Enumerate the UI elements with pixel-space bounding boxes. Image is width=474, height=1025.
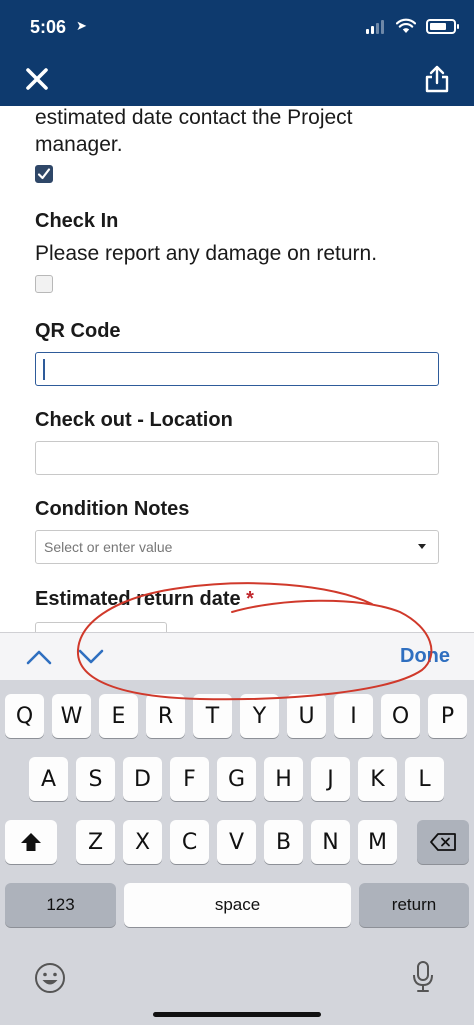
emoji-icon[interactable] bbox=[34, 962, 66, 994]
condition-notes-select[interactable]: Select or enter value bbox=[35, 530, 439, 564]
checkin-label: Check In bbox=[35, 210, 119, 232]
qr-code-label: QR Code bbox=[35, 320, 121, 342]
cellular-signal-icon bbox=[366, 20, 384, 34]
qr-code-input[interactable] bbox=[35, 352, 439, 386]
key-s[interactable]: S bbox=[76, 757, 115, 801]
status-time: 5:06 bbox=[30, 17, 67, 37]
dropdown-arrow-icon bbox=[418, 544, 426, 549]
numbers-key[interactable]: 123 bbox=[5, 883, 116, 927]
key-p[interactable]: P bbox=[428, 694, 467, 738]
checkout-location-input[interactable] bbox=[35, 441, 439, 475]
wifi-icon bbox=[396, 18, 416, 33]
key-k[interactable]: K bbox=[358, 757, 397, 801]
shift-icon bbox=[21, 833, 41, 851]
condition-notes-label: Condition Notes bbox=[35, 498, 190, 520]
battery-icon bbox=[426, 19, 459, 34]
return-date-input[interactable] bbox=[35, 622, 167, 632]
intro-text-line2: manager. bbox=[35, 133, 123, 156]
key-r[interactable]: R bbox=[146, 694, 185, 738]
backspace-key[interactable] bbox=[417, 820, 469, 864]
backspace-icon bbox=[430, 833, 456, 851]
text-caret bbox=[43, 359, 45, 380]
key-b[interactable]: B bbox=[264, 820, 303, 864]
key-n[interactable]: N bbox=[311, 820, 350, 864]
chevron-up-icon[interactable] bbox=[26, 649, 52, 665]
done-button[interactable]: Done bbox=[400, 645, 450, 668]
checkin-text: Please report any damage on return. bbox=[35, 242, 378, 265]
key-w[interactable]: W bbox=[52, 694, 91, 738]
key-y[interactable]: Y bbox=[240, 694, 279, 738]
on-screen-keyboard: Q W E R T Y U I O P A S D F G H J K L Z … bbox=[0, 680, 474, 1025]
keyboard-accessory-bar: Done bbox=[0, 632, 474, 680]
return-date-label-text: Estimated return date bbox=[35, 588, 241, 610]
key-e[interactable]: E bbox=[99, 694, 138, 738]
space-key[interactable]: space bbox=[124, 883, 351, 927]
key-l[interactable]: L bbox=[405, 757, 444, 801]
return-date-label: Estimated return date * bbox=[35, 588, 254, 611]
key-i[interactable]: I bbox=[334, 694, 373, 738]
required-mark: * bbox=[246, 588, 254, 610]
intro-text-line1: estimated date contact the Project bbox=[35, 106, 353, 129]
close-button[interactable] bbox=[22, 64, 52, 94]
home-indicator bbox=[153, 1012, 321, 1017]
chevron-down-icon[interactable] bbox=[78, 649, 104, 665]
checkout-location-label: Check out - Location bbox=[35, 409, 233, 431]
key-o[interactable]: O bbox=[381, 694, 420, 738]
key-u[interactable]: U bbox=[287, 694, 326, 738]
key-h[interactable]: H bbox=[264, 757, 303, 801]
checkmark-icon bbox=[37, 168, 51, 180]
key-f[interactable]: F bbox=[170, 757, 209, 801]
shift-key[interactable] bbox=[5, 820, 57, 864]
location-arrow-icon: ➤ bbox=[76, 18, 87, 33]
acknowledge-checkbox[interactable] bbox=[35, 165, 53, 183]
key-t[interactable]: T bbox=[193, 694, 232, 738]
key-v[interactable]: V bbox=[217, 820, 256, 864]
checkin-checkbox[interactable] bbox=[35, 275, 53, 293]
return-key[interactable]: return bbox=[359, 883, 469, 927]
key-j[interactable]: J bbox=[311, 757, 350, 801]
condition-notes-placeholder: Select or enter value bbox=[44, 539, 173, 555]
key-c[interactable]: C bbox=[170, 820, 209, 864]
share-icon[interactable] bbox=[424, 64, 450, 94]
key-q[interactable]: Q bbox=[5, 694, 44, 738]
key-g[interactable]: G bbox=[217, 757, 256, 801]
key-x[interactable]: X bbox=[123, 820, 162, 864]
check-out-form: estimated date contact the Project manag… bbox=[0, 106, 474, 632]
key-z[interactable]: Z bbox=[76, 820, 115, 864]
microphone-icon[interactable] bbox=[412, 960, 434, 994]
key-a[interactable]: A bbox=[29, 757, 68, 801]
key-m[interactable]: M bbox=[358, 820, 397, 864]
app-header: 5:06 ➤ bbox=[0, 0, 474, 106]
key-d[interactable]: D bbox=[123, 757, 162, 801]
